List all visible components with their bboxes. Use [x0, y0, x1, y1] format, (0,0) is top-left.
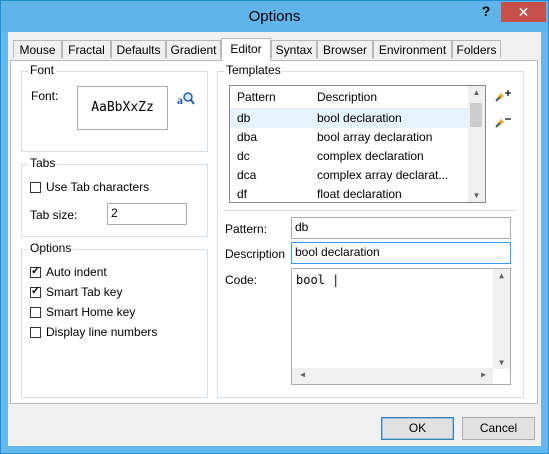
line-numbers-checkbox[interactable]: [30, 327, 41, 338]
templates-group: Templates Pattern Description db bool de…: [217, 63, 524, 398]
scroll-up-icon[interactable]: ▲: [468, 88, 485, 97]
code-text: bool |: [296, 273, 340, 287]
column-pattern[interactable]: Pattern: [237, 90, 276, 104]
pattern-cell: dc: [237, 149, 250, 163]
templates-list-header: Pattern Description: [230, 86, 485, 109]
pattern-input[interactable]: db: [291, 217, 511, 239]
description-cell: float declaration: [317, 187, 402, 201]
scroll-left-icon[interactable]: ◀: [294, 370, 311, 379]
pattern-cell: dca: [237, 168, 257, 182]
templates-separator: [223, 210, 516, 211]
pattern-cell: df: [237, 187, 248, 201]
scroll-up-icon[interactable]: ▲: [493, 271, 510, 280]
auto-indent-label: Auto indent: [46, 265, 107, 279]
font-sample: AaBbXxZz: [77, 86, 168, 130]
templates-scrollbar[interactable]: ▲ ▼: [468, 86, 485, 202]
templates-group-legend: Templates: [224, 63, 283, 77]
pattern-cell: dba: [237, 130, 258, 144]
font-search-icon[interactable]: a: [177, 90, 195, 108]
list-item[interactable]: df float declaration: [230, 185, 485, 202]
description-label: Description: [225, 247, 286, 261]
svg-text:a: a: [177, 93, 183, 107]
tabs-group: Tabs Use Tab characters Tab size: 2: [21, 156, 208, 237]
tab-folders[interactable]: Folders: [452, 40, 501, 58]
font-group-legend: Font: [28, 63, 57, 77]
editor-panel: Font Font: AaBbXxZz a Tabs Use Tab chara…: [10, 60, 538, 404]
line-numbers-label: Display line numbers: [46, 325, 158, 339]
templates-list[interactable]: Pattern Description db bool declaration …: [229, 85, 486, 203]
description-cell: bool declaration: [317, 111, 402, 125]
options-dialog: Options ? ✕ Mouse Fractal Defaults Gradi…: [0, 0, 549, 454]
close-button[interactable]: ✕: [501, 2, 546, 22]
list-item[interactable]: db bool declaration: [230, 109, 485, 128]
tab-browser[interactable]: Browser: [317, 40, 373, 58]
code-vscrollbar[interactable]: ▲ ▼: [493, 269, 510, 369]
options-group-legend: Options: [28, 241, 74, 255]
scroll-down-icon[interactable]: ▼: [493, 358, 510, 367]
use-tab-checkbox[interactable]: [30, 182, 41, 193]
dialog-client: Mouse Fractal Defaults Gradient Editor S…: [8, 32, 541, 446]
add-template-icon[interactable]: [494, 89, 512, 107]
tab-gradient[interactable]: Gradient: [166, 40, 221, 58]
description-input[interactable]: bool declaration: [291, 242, 511, 264]
description-cell: complex declaration: [317, 149, 424, 163]
smart-tab-label: Smart Tab key: [46, 285, 123, 299]
description-cell: complex array declarat...: [317, 168, 449, 182]
use-tab-label: Use Tab characters: [46, 180, 150, 194]
scroll-right-icon[interactable]: ▶: [475, 370, 492, 379]
ok-button[interactable]: OK: [381, 417, 454, 440]
auto-indent-checkbox[interactable]: ✓: [30, 265, 41, 278]
pattern-label: Pattern:: [225, 222, 268, 236]
tab-fractal[interactable]: Fractal: [62, 40, 111, 58]
tabs-group-legend: Tabs: [28, 156, 58, 170]
column-description[interactable]: Description: [317, 90, 377, 104]
smart-tab-checkbox[interactable]: ✓: [30, 285, 41, 298]
tab-syntax[interactable]: Syntax: [271, 40, 317, 58]
window-title: Options: [248, 8, 301, 25]
tab-size-label: Tab size:: [30, 208, 78, 222]
pattern-cell: db: [237, 111, 251, 125]
check-mark-icon: ✓: [31, 285, 41, 297]
code-editor[interactable]: bool | ▲ ▼ ◀ ▶: [291, 268, 511, 385]
tab-mouse[interactable]: Mouse: [13, 40, 62, 58]
list-item[interactable]: dc complex declaration: [230, 147, 485, 166]
scroll-down-icon[interactable]: ▼: [468, 191, 485, 200]
tab-environment[interactable]: Environment: [373, 40, 452, 58]
help-button[interactable]: ?: [475, 3, 497, 23]
code-label: Code:: [225, 273, 258, 287]
cancel-button[interactable]: Cancel: [462, 417, 535, 440]
smart-home-checkbox[interactable]: [30, 307, 41, 318]
options-group: Options ✓ Auto indent ✓ Smart Tab key Sm…: [21, 241, 208, 398]
tab-strip: Mouse Fractal Defaults Gradient Editor S…: [8, 38, 541, 61]
description-cell: bool array declaration: [317, 130, 433, 144]
list-item[interactable]: dba bool array declaration: [230, 128, 485, 147]
tab-defaults[interactable]: Defaults: [111, 40, 166, 58]
list-item[interactable]: dca complex array declarat...: [230, 166, 485, 185]
check-mark-icon: ✓: [31, 265, 41, 277]
tab-size-input[interactable]: 2: [107, 203, 187, 225]
remove-template-icon[interactable]: [494, 115, 512, 133]
smart-home-label: Smart Home key: [46, 305, 136, 319]
font-label: Font:: [31, 89, 59, 103]
title-bar[interactable]: Options ? ✕: [1, 1, 548, 32]
tab-editor[interactable]: Editor: [221, 38, 271, 61]
font-group: Font Font: AaBbXxZz a: [21, 63, 208, 152]
code-hscrollbar[interactable]: ◀ ▶: [292, 368, 493, 384]
scroll-thumb[interactable]: [470, 103, 482, 127]
